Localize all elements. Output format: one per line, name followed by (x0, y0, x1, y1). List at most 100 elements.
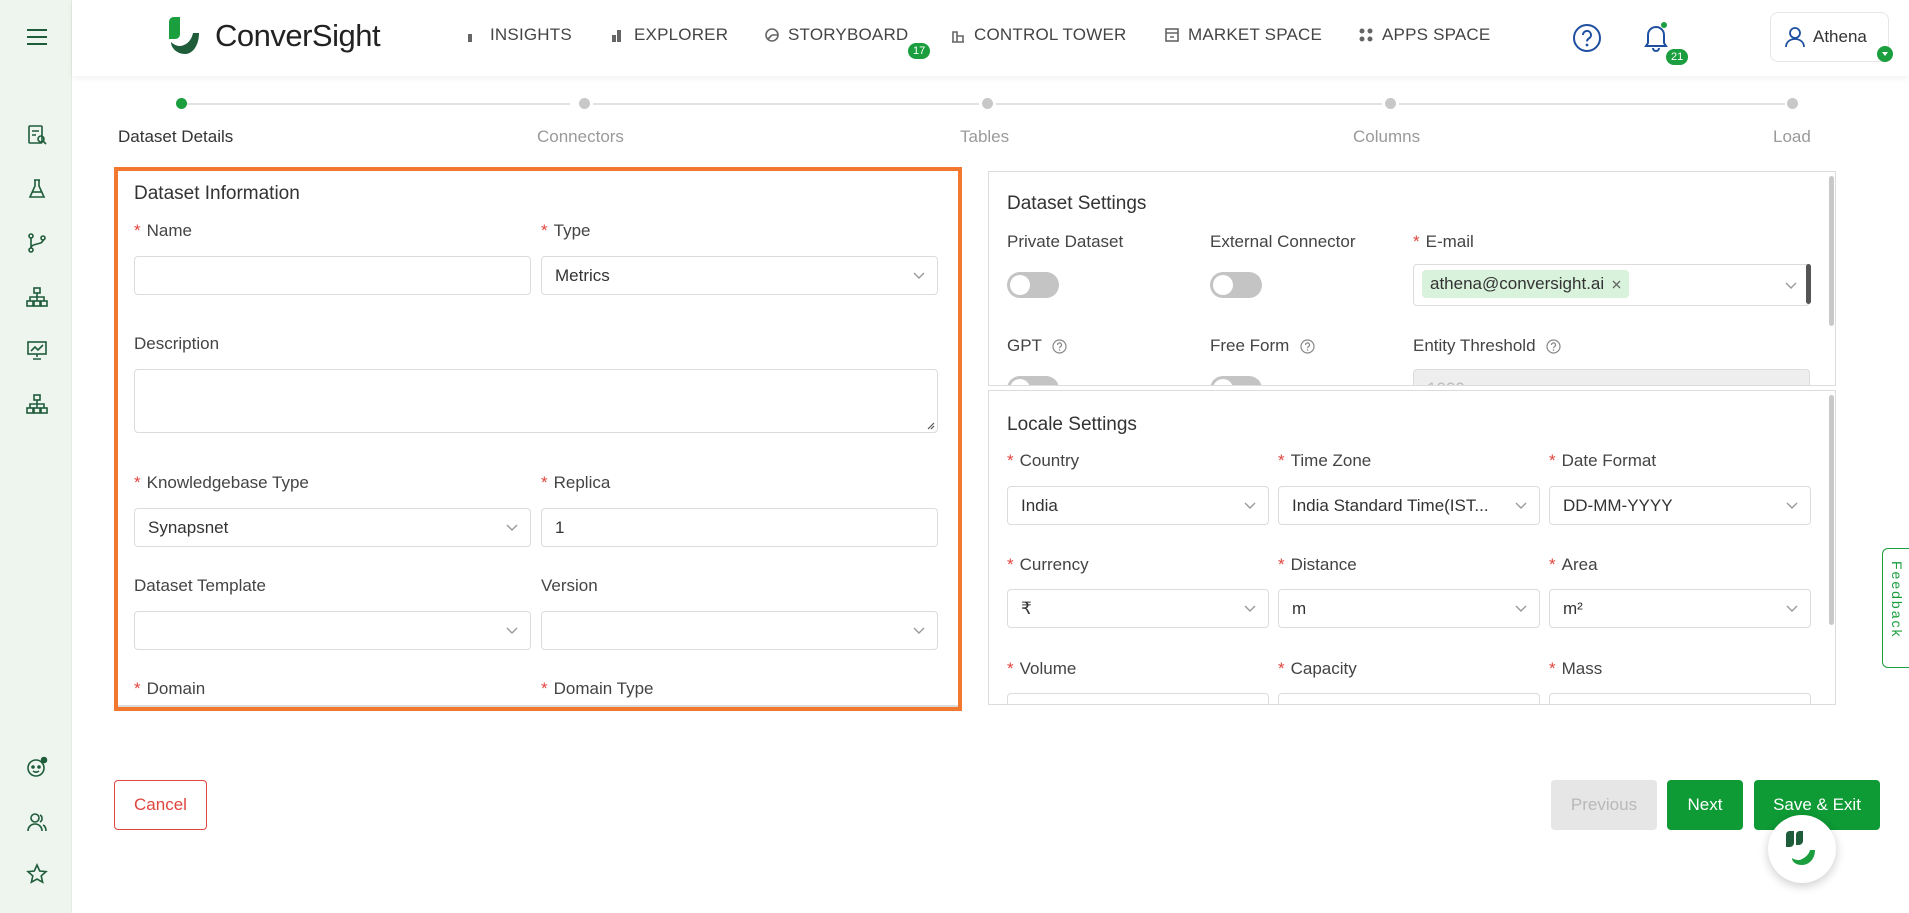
country-value: India (1021, 495, 1058, 515)
user-menu[interactable]: Athena (1770, 12, 1893, 62)
star-icon[interactable] (24, 861, 50, 887)
flask-icon[interactable] (24, 176, 50, 202)
template-select[interactable] (134, 611, 531, 650)
feedback-tab[interactable]: Feedback (1882, 548, 1909, 668)
chevron-down-icon (913, 272, 925, 279)
brand-logo[interactable]: ConverSight (165, 16, 381, 56)
apps-grid-icon (1359, 28, 1373, 42)
stepper-line (1399, 103, 1785, 105)
capacity-select[interactable] (1278, 693, 1540, 704)
report-search-icon[interactable] (24, 122, 50, 148)
cancel-button[interactable]: Cancel (114, 780, 207, 830)
org-chart-icon[interactable] (24, 391, 50, 417)
nav-control-tower[interactable]: CONTROL TOWER (950, 25, 1126, 45)
chevron-down-icon (1244, 502, 1256, 509)
next-button[interactable]: Next (1667, 780, 1743, 830)
chevron-down-icon (506, 627, 518, 634)
user-name: Athena (1813, 27, 1867, 46)
description-textarea[interactable] (134, 369, 938, 433)
currency-select[interactable]: ₹ (1007, 589, 1269, 628)
currency-label: * Currency (1007, 555, 1089, 574)
timezone-select[interactable]: India Standard Time(IST... (1278, 486, 1540, 525)
question-circle-icon[interactable] (1052, 339, 1067, 354)
step-dot-tables (982, 98, 993, 109)
date-format-label: * Date Format (1549, 451, 1657, 470)
hierarchy-icon[interactable] (24, 284, 50, 310)
stepper-line (593, 103, 979, 105)
gpt-toggle[interactable] (1007, 376, 1059, 385)
menu-icon[interactable] (24, 24, 50, 50)
market-space-icon (1165, 28, 1179, 42)
resize-handle-icon[interactable] (925, 420, 935, 430)
kb-type-label: * Knowledgebase Type (134, 473, 309, 492)
mass-select[interactable] (1549, 693, 1811, 704)
volume-label: * Volume (1007, 659, 1077, 678)
chevron-down-icon (1515, 502, 1527, 509)
step-dot-columns (1385, 98, 1396, 109)
country-select[interactable]: India (1007, 486, 1269, 525)
kb-type-select[interactable]: Synapsnet (134, 508, 531, 547)
question-circle-icon[interactable] (1300, 339, 1315, 354)
nav-market-space[interactable]: MARKET SPACE (1164, 25, 1322, 45)
entity-threshold-input[interactable]: 1000 (1413, 369, 1810, 385)
type-select[interactable]: Metrics (541, 256, 938, 295)
version-label: Version (541, 576, 598, 595)
distance-select[interactable]: m (1278, 589, 1540, 628)
step-dot-load (1787, 98, 1798, 109)
replica-label: * Replica (541, 473, 611, 492)
mass-label: * Mass (1549, 659, 1603, 678)
nav-storyboard[interactable]: STORYBOARD (764, 25, 908, 45)
step-tables[interactable]: Tables (960, 127, 1009, 147)
email-scrollbar[interactable] (1806, 264, 1811, 304)
close-icon[interactable] (1612, 280, 1621, 289)
previous-button[interactable]: Previous (1551, 780, 1657, 830)
question-circle-icon[interactable] (1546, 339, 1561, 354)
explorer-icon (612, 30, 621, 42)
external-connector-toggle[interactable] (1210, 272, 1262, 298)
dataset-settings-panel: Dataset Settings Private Dataset Externa… (988, 171, 1836, 386)
date-format-select[interactable]: DD-MM-YYYY (1549, 486, 1811, 525)
help-icon[interactable] (1572, 23, 1602, 53)
conversight-logo-icon (169, 17, 199, 54)
email-tag-text: athena@conversight.ai (1430, 274, 1605, 293)
locale-settings-panel: Locale Settings * Country India * Time Zon… (988, 390, 1836, 705)
feedback-label: Feedback (1889, 561, 1905, 639)
nav-label: STORYBOARD (788, 25, 909, 44)
area-select[interactable]: m² (1549, 589, 1811, 628)
type-label: * Type (541, 221, 591, 240)
bell-icon[interactable] (1642, 22, 1670, 52)
panel-divider (118, 705, 958, 707)
storyboard-icon (765, 28, 779, 42)
volume-select[interactable] (1007, 693, 1269, 704)
private-dataset-toggle[interactable] (1007, 272, 1059, 298)
name-input[interactable] (134, 256, 531, 295)
distance-value: m (1292, 598, 1307, 618)
step-columns[interactable]: Columns (1353, 127, 1420, 147)
chevron-down-icon (1786, 605, 1798, 612)
step-dot-dataset-details (176, 98, 187, 109)
step-dataset-details[interactable]: Dataset Details (118, 127, 233, 147)
sidebar (0, 0, 72, 913)
nav-apps-space[interactable]: APPS SPACE (1358, 25, 1490, 45)
settings-scrollbar[interactable] (1829, 176, 1834, 326)
free-form-toggle[interactable] (1210, 376, 1262, 385)
locale-scrollbar[interactable] (1829, 395, 1834, 625)
chevron-down-icon (1786, 502, 1798, 509)
chevron-down-icon (913, 627, 925, 634)
email-select[interactable]: athena@conversight.ai (1413, 264, 1810, 306)
chatbot-launcher[interactable] (1768, 815, 1836, 883)
version-select[interactable] (541, 611, 938, 650)
assistant-icon[interactable] (24, 754, 50, 780)
user-group-icon[interactable] (24, 809, 50, 835)
replica-input[interactable]: 1 (541, 508, 938, 547)
step-load[interactable]: Load (1773, 127, 1811, 147)
nav-label: INSIGHTS (490, 25, 572, 44)
nav-label: APPS SPACE (1382, 25, 1491, 44)
nav-insights[interactable]: INSIGHTS (466, 25, 572, 45)
branch-icon[interactable] (24, 230, 50, 256)
nav-label: MARKET SPACE (1188, 25, 1323, 44)
step-connectors[interactable]: Connectors (537, 127, 624, 147)
chevron-down-icon (1785, 282, 1797, 289)
presentation-chart-icon[interactable] (24, 337, 50, 363)
nav-explorer[interactable]: EXPLORER (610, 25, 728, 45)
